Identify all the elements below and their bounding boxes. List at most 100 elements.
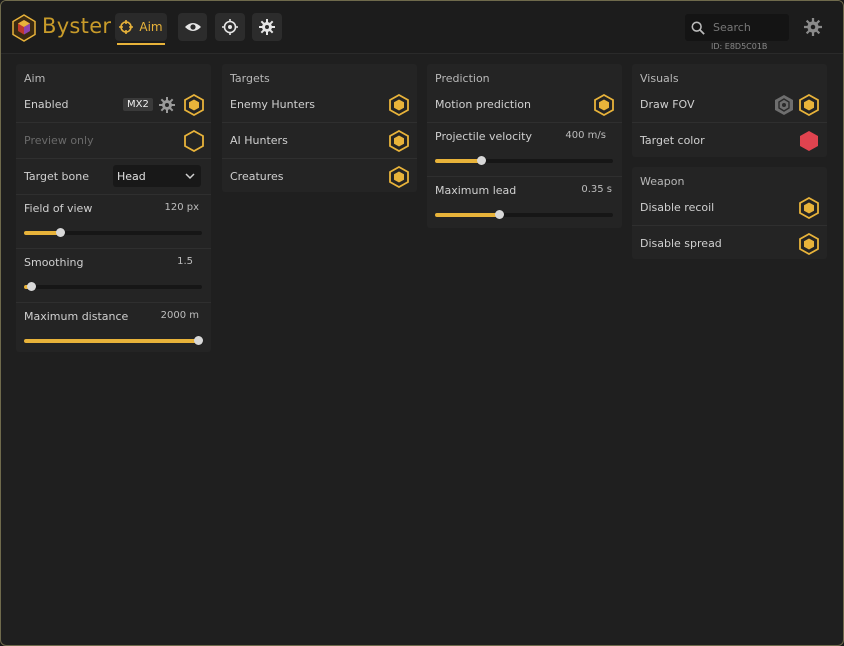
target-row-creatures: Creatures	[230, 166, 409, 186]
spread-label: Disable spread	[640, 237, 722, 250]
byster-logo-icon	[12, 14, 36, 42]
target-label: AI Hunters	[230, 134, 288, 147]
preview-label: Preview only	[24, 134, 94, 147]
aim-panel: Aim Enabled MX2 Preview only Target bone…	[16, 64, 211, 352]
tab-aim[interactable]: Aim	[115, 13, 167, 45]
distance-label: Maximum distance	[24, 310, 129, 323]
lead-slider-fill	[435, 213, 499, 217]
divider	[16, 158, 211, 159]
tab-aim-label: Aim	[139, 20, 163, 34]
keybind-badge[interactable]: MX2	[123, 98, 153, 111]
target-color-label: Target color	[640, 134, 705, 147]
divider	[632, 122, 827, 123]
motion-label: Motion prediction	[435, 98, 531, 111]
disable-spread-toggle[interactable]	[799, 233, 819, 255]
targets-panel-title: Targets	[230, 72, 270, 85]
distance-value: 2000 m	[160, 310, 199, 321]
recoil-label: Disable recoil	[640, 201, 715, 214]
distance-row: Maximum distance 2000 m	[24, 306, 203, 326]
prediction-panel: Prediction Motion prediction Projectile …	[427, 64, 622, 228]
recoil-row: Disable recoil	[640, 197, 819, 217]
tab-visuals[interactable]	[178, 13, 207, 41]
divider	[427, 176, 622, 177]
motion-row: Motion prediction	[435, 94, 614, 114]
divider	[632, 225, 827, 226]
lead-slider[interactable]	[435, 210, 613, 219]
visuals-panel-title: Visuals	[640, 72, 679, 85]
fov-slider[interactable]	[24, 228, 202, 237]
tab-settings[interactable]	[252, 13, 282, 41]
enabled-toggle[interactable]	[184, 94, 204, 116]
smoothing-value: 1.5	[177, 256, 193, 267]
bone-select-value: Head	[117, 170, 146, 183]
ai-hunters-toggle[interactable]	[389, 130, 409, 152]
lead-value: 0.35 s	[581, 184, 612, 195]
fov-value: 120 px	[164, 202, 199, 213]
search-input[interactable]	[711, 20, 789, 35]
tab-target[interactable]	[215, 13, 245, 41]
weapon-panel: Weapon Disable recoil Disable spread	[632, 167, 827, 259]
targets-panel: Targets Enemy Hunters AI Hunters Creatur…	[222, 64, 417, 192]
lead-row: Maximum lead 0.35 s	[435, 180, 614, 200]
divider	[16, 122, 211, 123]
weapon-panel-title: Weapon	[640, 175, 685, 188]
divider	[16, 194, 211, 195]
enabled-label: Enabled	[24, 98, 69, 111]
velocity-row: Projectile velocity 400 m/s	[435, 126, 614, 146]
client-id-text: ID: E8D5C01B	[711, 42, 768, 51]
creatures-toggle[interactable]	[389, 166, 409, 188]
smoothing-row: Smoothing 1.5	[24, 252, 203, 272]
prediction-panel-title: Prediction	[435, 72, 490, 85]
fov-settings-icon[interactable]	[774, 94, 794, 116]
preview-toggle[interactable]	[184, 130, 204, 152]
divider	[16, 248, 211, 249]
bone-select[interactable]: Head	[113, 165, 201, 187]
spread-row: Disable spread	[640, 233, 819, 253]
search-box[interactable]	[685, 14, 789, 41]
chevron-down-icon	[185, 173, 195, 180]
divider	[16, 302, 211, 303]
target-color-row: Target color	[640, 130, 819, 150]
velocity-slider[interactable]	[435, 156, 613, 165]
distance-slider-fill	[24, 339, 202, 343]
settings-gear-icon[interactable]	[804, 18, 822, 36]
velocity-value: 400 m/s	[565, 130, 606, 141]
tab-active-indicator	[117, 43, 165, 45]
crosshair-icon	[119, 20, 134, 34]
target-label: Enemy Hunters	[230, 98, 315, 111]
divider	[222, 122, 417, 123]
search-icon	[691, 21, 705, 35]
enemy-hunters-toggle[interactable]	[389, 94, 409, 116]
velocity-label: Projectile velocity	[435, 130, 533, 143]
preview-row: Preview only	[24, 130, 203, 150]
target-icon	[222, 19, 238, 35]
smoothing-slider-handle[interactable]	[27, 282, 36, 291]
bone-label: Target bone	[24, 170, 89, 183]
fov-label: Field of view	[24, 202, 93, 215]
distance-slider[interactable]	[24, 336, 203, 345]
smoothing-label: Smoothing	[24, 256, 84, 269]
smoothing-slider[interactable]	[24, 282, 202, 291]
divider	[222, 158, 417, 159]
enabled-row: Enabled	[24, 94, 203, 114]
target-color-swatch[interactable]	[799, 130, 819, 152]
brand-name: Byster	[42, 14, 112, 38]
velocity-slider-handle[interactable]	[477, 156, 486, 165]
draw-fov-label: Draw FOV	[640, 98, 695, 111]
visuals-panel: Visuals Draw FOV Target color	[632, 64, 827, 157]
fov-slider-handle[interactable]	[56, 228, 65, 237]
keybind-gear-icon[interactable]	[159, 97, 175, 113]
lead-label: Maximum lead	[435, 184, 517, 197]
target-row-ai-hunters: AI Hunters	[230, 130, 409, 150]
aim-panel-title: Aim	[24, 72, 46, 85]
disable-recoil-toggle[interactable]	[799, 197, 819, 219]
top-bar: Byster Aim Search ID: E8D5C01B	[1, 1, 843, 54]
draw-fov-toggle[interactable]	[799, 94, 819, 116]
motion-prediction-toggle[interactable]	[594, 94, 614, 116]
lead-slider-handle[interactable]	[495, 210, 504, 219]
fov-row: Field of view 120 px	[24, 198, 203, 218]
eye-icon	[184, 23, 201, 31]
divider	[427, 122, 622, 123]
distance-slider-handle[interactable]	[194, 336, 203, 345]
app-window: Byster Aim Search ID: E8D5C01B Aim Enabl…	[0, 0, 844, 646]
